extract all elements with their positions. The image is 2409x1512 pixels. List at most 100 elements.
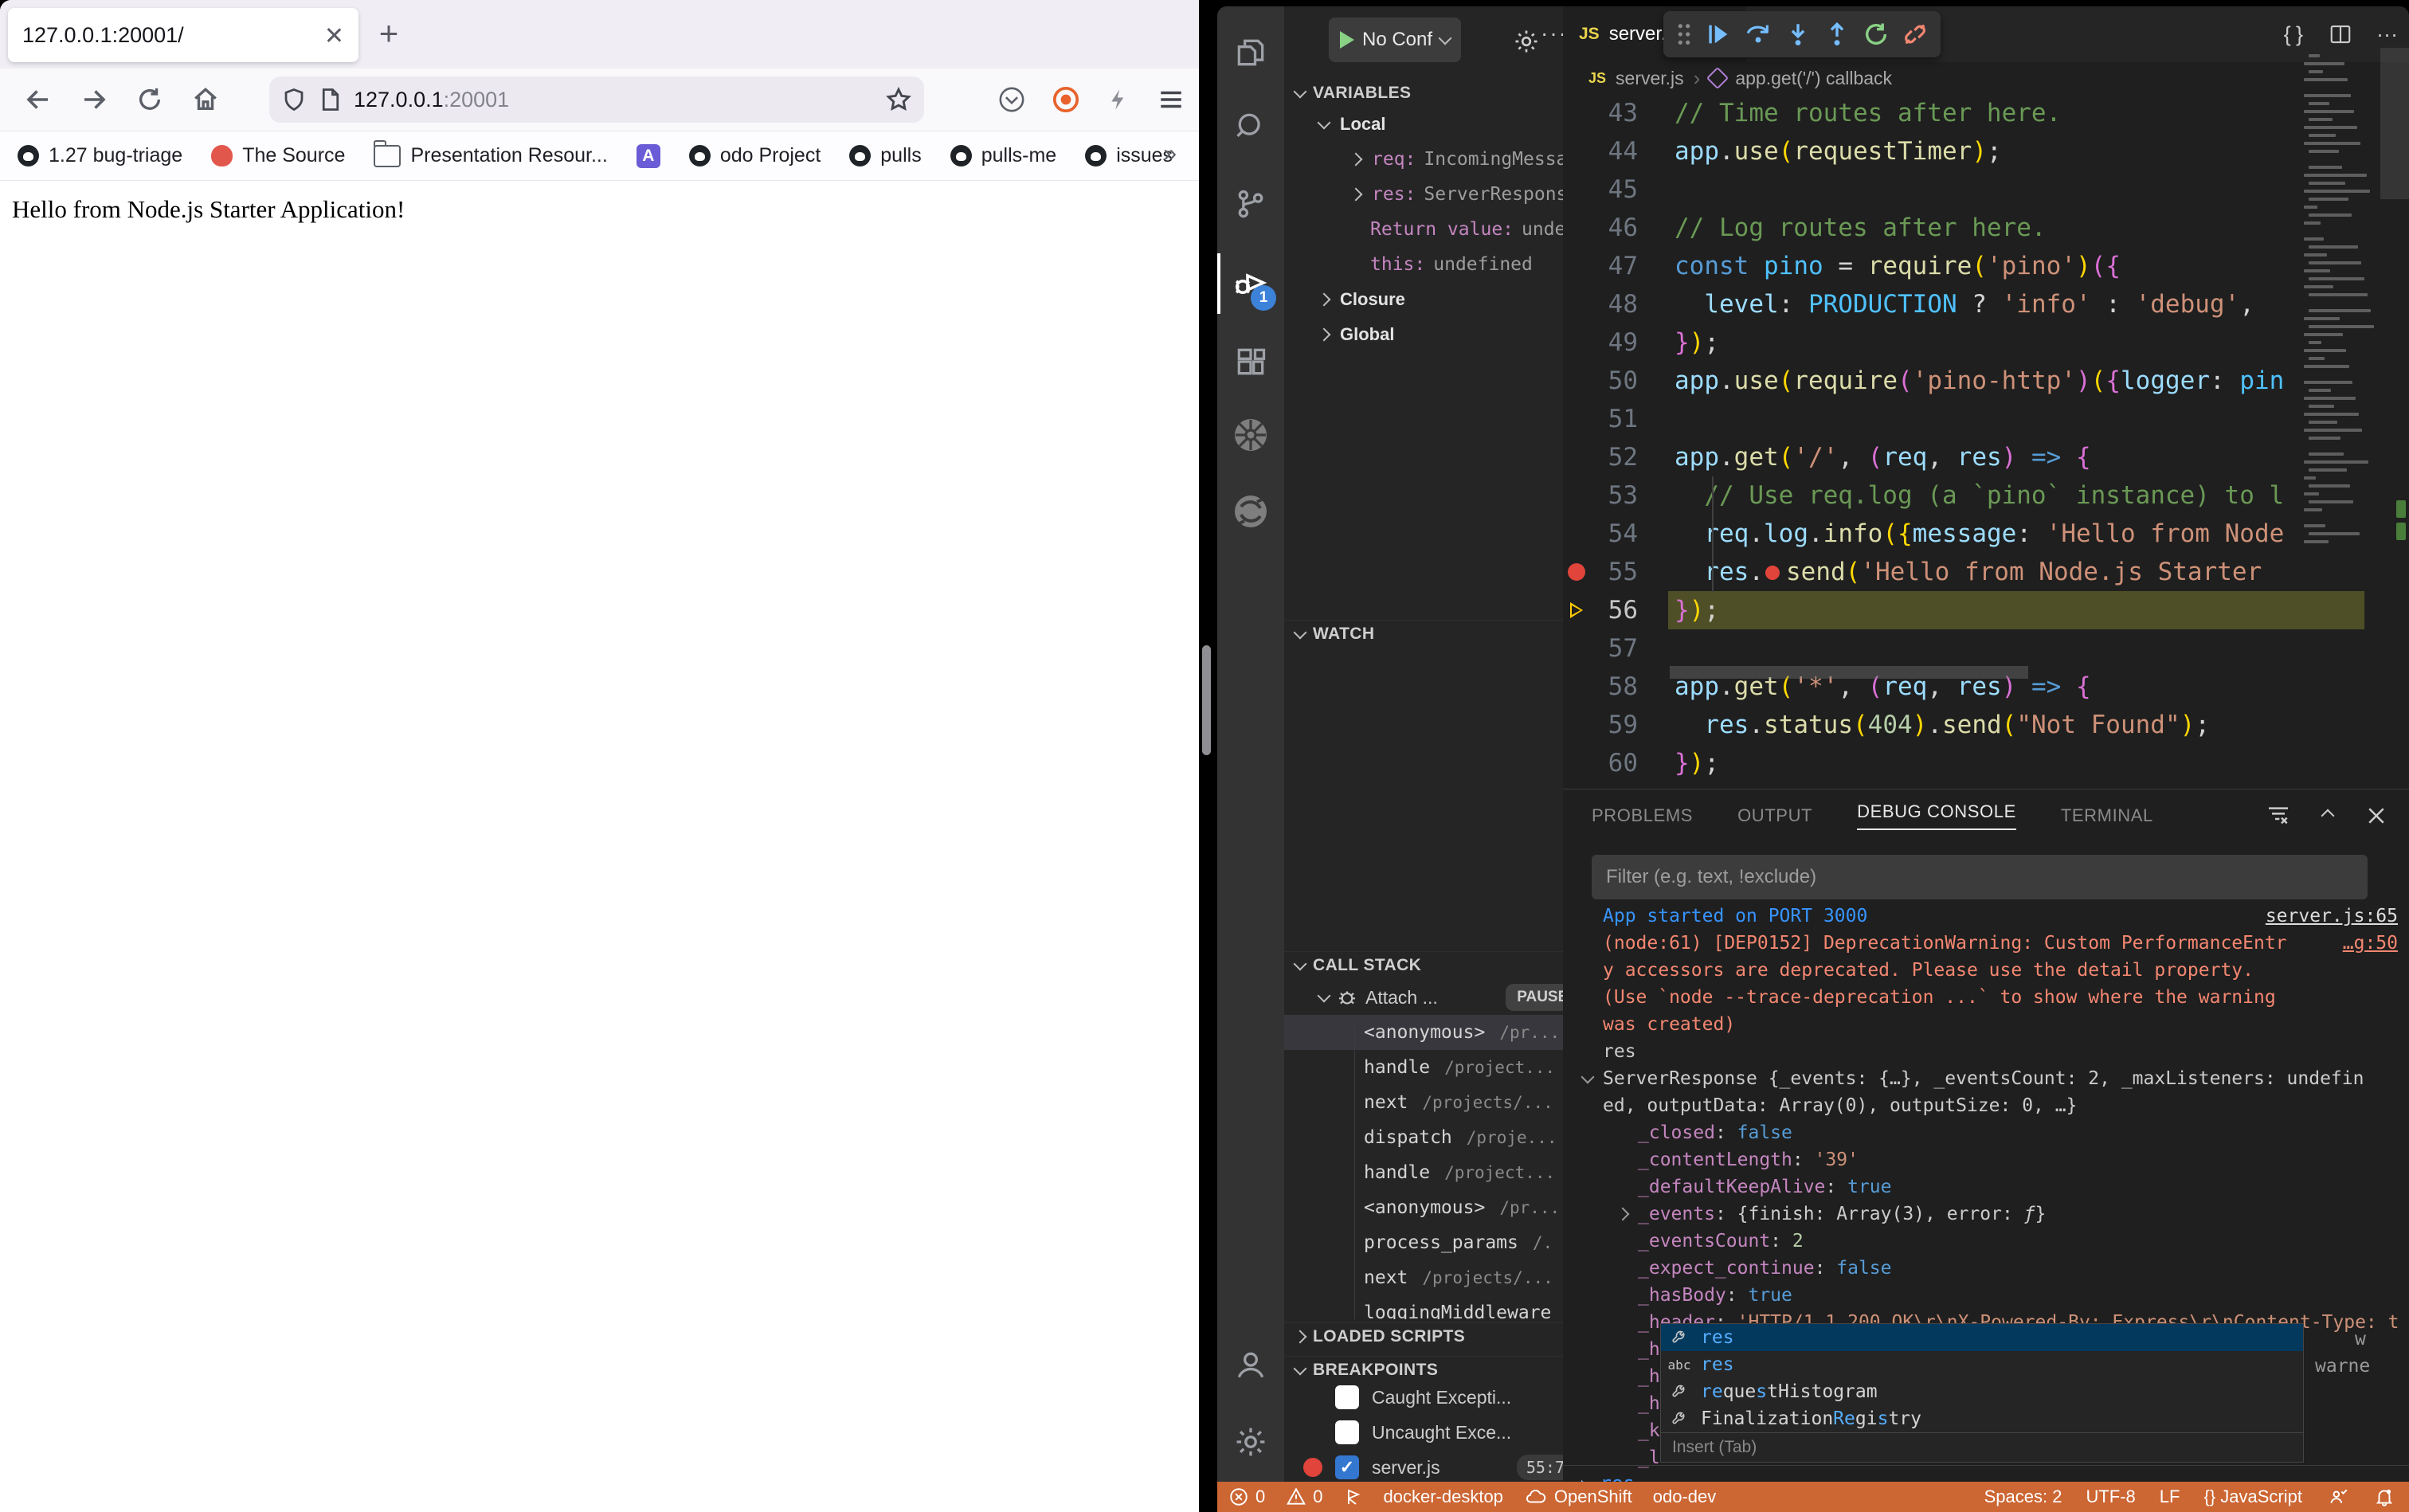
statusbar-item[interactable]: docker-desktop xyxy=(1384,1487,1503,1507)
divider-scrollbar-thumb[interactable] xyxy=(1202,645,1211,755)
tab-close-icon[interactable] xyxy=(323,25,344,45)
code-line[interactable]: 48 level: PRODUCTION ? 'info' : 'debug', xyxy=(1563,285,2409,323)
callstack-frame[interactable]: handle/project... xyxy=(1284,1155,1563,1190)
suggest-item[interactable]: requestHistogram xyxy=(1661,1378,2303,1405)
callstack-section-header[interactable]: CALL STACK xyxy=(1284,951,1563,978)
pocket-icon[interactable] xyxy=(998,86,1025,113)
console-line[interactable]: y accessors are deprecated. Please use t… xyxy=(1603,957,2398,984)
variables-scope-row[interactable]: Global xyxy=(1284,317,1563,352)
forward-button[interactable] xyxy=(76,82,112,117)
horizontal-scrollbar[interactable] xyxy=(1670,666,2028,679)
extension-badge-icon[interactable] xyxy=(1052,86,1079,113)
variable-row[interactable]: req:IncomingMessag… xyxy=(1284,142,1563,177)
breakpoint-checkbox[interactable]: ✓ xyxy=(1335,1455,1359,1479)
bookmark-item[interactable]: A xyxy=(637,144,660,168)
code-line[interactable]: 59 res.status(404).send("Not Found"); xyxy=(1563,706,2409,744)
code-line[interactable]: 52app.get('/', (req, res) => { xyxy=(1563,438,2409,476)
breakpoint-checkbox[interactable] xyxy=(1335,1420,1359,1444)
accounts-icon[interactable] xyxy=(1217,1329,1284,1402)
variables-scope-row[interactable]: Local xyxy=(1284,107,1563,142)
explorer-icon[interactable] xyxy=(1217,16,1284,89)
statusbar-item[interactable]: {} JavaScript xyxy=(2203,1487,2302,1507)
statusbar-item-warning[interactable]: 0 xyxy=(1286,1487,1322,1507)
console-line[interactable]: (node:61) [DEP0152] DeprecationWarning: … xyxy=(1603,930,2398,957)
code-editor[interactable]: 43// Time routes after here.44app.use(re… xyxy=(1563,94,2409,789)
code-line[interactable]: 47const pino = require('pino')({ xyxy=(1563,247,2409,285)
statusbar-item-feedback[interactable] xyxy=(2326,1487,2350,1507)
page-info-icon[interactable] xyxy=(320,88,341,112)
source-control-icon[interactable] xyxy=(1217,167,1284,241)
bookmark-item[interactable]: issues xyxy=(1085,144,1173,167)
minimap-slider[interactable] xyxy=(2380,48,2409,199)
console-line[interactable]: ServerResponse {_events: {…}, _eventsCou… xyxy=(1603,1065,2398,1092)
search-icon[interactable] xyxy=(1217,89,1284,163)
minimap[interactable] xyxy=(2304,54,2377,580)
code-line[interactable]: 46// Log routes after here. xyxy=(1563,209,2409,247)
toggle-breakpoints-icon[interactable]: { } xyxy=(2284,22,2305,47)
callstack-frame[interactable]: next/projects/... xyxy=(1284,1085,1563,1120)
suggest-item[interactable]: res xyxy=(1661,1324,2303,1351)
breakpoint-row[interactable]: Uncaught Exce... xyxy=(1284,1415,1563,1450)
panel-tab-terminal[interactable]: TERMINAL xyxy=(2061,805,2153,826)
bookmark-item[interactable]: The Source xyxy=(211,144,345,167)
variable-row[interactable]: res:ServerResponse… xyxy=(1284,177,1563,212)
variable-row[interactable]: this:undefined xyxy=(1284,247,1563,282)
code-line[interactable]: 57 xyxy=(1563,629,2409,668)
bookmark-item[interactable]: odo Project xyxy=(689,144,821,167)
console-filter-input[interactable]: Filter (e.g. text, !exclude) xyxy=(1592,855,2368,899)
editor-more-actions-icon[interactable]: ··· xyxy=(2376,22,2398,47)
code-line[interactable]: 54 req.log.info({message: 'Hello from No… xyxy=(1563,515,2409,553)
statusbar-item-bell[interactable] xyxy=(2374,1487,2395,1507)
home-button[interactable] xyxy=(188,82,223,117)
step-over-icon[interactable] xyxy=(1744,21,1772,48)
statusbar-item[interactable]: LF xyxy=(2160,1487,2180,1507)
console-line[interactable]: _contentLength: '39' xyxy=(1638,1146,2398,1173)
breadcrumb-symbol[interactable]: app.get('/') callback xyxy=(1735,68,1892,89)
panel-tab-problems[interactable]: PROBLEMS xyxy=(1592,805,1693,826)
callstack-frame[interactable]: <anonymous>/pr... xyxy=(1284,1015,1563,1050)
debug-config-dropdown[interactable]: No Conf xyxy=(1329,18,1461,62)
statusbar-item-cluster[interactable] xyxy=(1344,1487,1363,1507)
console-line[interactable]: res xyxy=(1603,1038,2398,1065)
code-line[interactable]: 49}); xyxy=(1563,323,2409,362)
back-button[interactable] xyxy=(21,82,56,117)
console-line[interactable]: _expect_continue: false xyxy=(1638,1255,2398,1282)
continue-icon[interactable] xyxy=(1705,21,1732,48)
menu-icon[interactable] xyxy=(1157,86,1185,113)
panel-tab-debug-console[interactable]: DEBUG CONSOLE xyxy=(1857,801,2016,830)
statusbar-item[interactable]: UTF-8 xyxy=(2086,1487,2135,1507)
code-line[interactable]: 44app.use(requestTimer); xyxy=(1563,132,2409,170)
console-line[interactable]: ed, outputData: Array(0), outputSize: 0,… xyxy=(1603,1092,2398,1119)
console-line[interactable]: _defaultKeepAlive: true xyxy=(1638,1173,2398,1201)
debug-settings-gear-icon[interactable] xyxy=(1512,27,1541,56)
browser-tab[interactable]: 127.0.0.1:20001/ xyxy=(8,8,358,62)
console-line[interactable]: App started on PORT 3000server.js:65 xyxy=(1603,903,2398,930)
extensions-icon[interactable] xyxy=(1217,325,1284,398)
drag-grip-icon[interactable] xyxy=(1675,22,1693,46)
statusbar-item-error[interactable]: 0 xyxy=(1228,1487,1265,1507)
openshift-icon[interactable] xyxy=(1217,475,1284,548)
debug-session-row[interactable]: Attach ... PAUSED xyxy=(1284,980,1563,1015)
callstack-frame[interactable]: <anonymous>/pr... xyxy=(1284,1190,1563,1225)
code-line[interactable]: 56}); xyxy=(1563,591,2409,629)
maximize-panel-icon[interactable] xyxy=(2321,809,2335,823)
console-line[interactable]: _events: {finish: Array(3), error: ƒ} xyxy=(1638,1201,2398,1228)
console-line[interactable]: (Use `node --trace-deprecation ...` to s… xyxy=(1603,984,2398,1011)
suggest-item[interactable]: abcres xyxy=(1661,1351,2303,1378)
close-panel-icon[interactable] xyxy=(2364,804,2388,828)
code-line[interactable]: 43// Time routes after here. xyxy=(1563,94,2409,132)
step-into-icon[interactable] xyxy=(1784,21,1812,48)
callstack-frame[interactable]: process_params/. xyxy=(1284,1225,1563,1260)
bookmark-item[interactable]: 1.27 bug-triage xyxy=(18,144,182,167)
more-actions-icon[interactable]: ··· xyxy=(1541,21,1563,46)
source-link[interactable]: server.js:65 xyxy=(2266,906,2398,926)
bookmarks-overflow-chevron[interactable]: » xyxy=(1163,140,1177,167)
breakpoint-row[interactable]: ✓server.js55:7 xyxy=(1284,1450,1563,1482)
panel-tab-output[interactable]: OUTPUT xyxy=(1737,805,1812,826)
callstack-frame[interactable]: loggingMiddleware xyxy=(1284,1295,1563,1319)
bookmark-item[interactable]: Presentation Resour... xyxy=(374,144,607,167)
callstack-frame[interactable]: next/projects/... xyxy=(1284,1260,1563,1295)
console-line[interactable]: _closed: false xyxy=(1638,1119,2398,1146)
console-line[interactable]: _hasBody: true xyxy=(1638,1282,2398,1309)
statusbar-item-cloud[interactable]: OpenShift xyxy=(1524,1487,1632,1507)
